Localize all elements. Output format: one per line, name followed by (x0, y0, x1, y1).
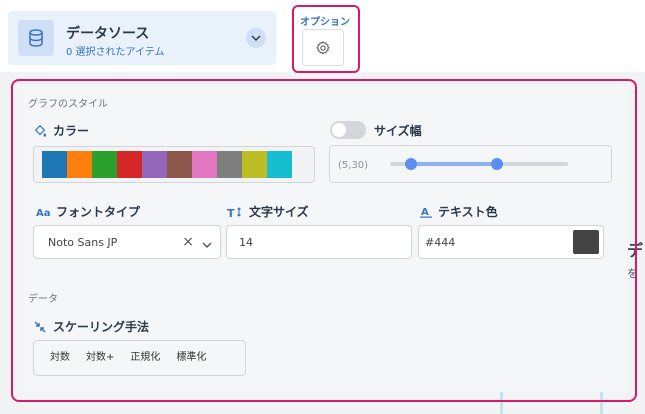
font-type-label: フォントタイプ (56, 205, 141, 219)
options-label: オプション (300, 17, 350, 28)
color-palette-picker[interactable] (33, 146, 315, 183)
size-width-slider-box: (5,30) (329, 145, 612, 183)
font-type-select[interactable]: Noto Sans JP × (33, 225, 221, 259)
scaling-label: スケーリング手法 (53, 320, 150, 334)
text-size-icon: T (227, 207, 241, 218)
compress-arrows-icon (34, 321, 46, 332)
options-button[interactable] (302, 29, 344, 66)
text-size-label: 文字サイズ (249, 205, 309, 219)
graph-style-section-label: グラフのスタイル (28, 99, 108, 110)
scaling-method-group: 対数 対数+ 正規化 標準化 (33, 340, 246, 376)
color-swatch (92, 151, 117, 178)
color-field-label: カラー (33, 122, 89, 139)
scaling-option-normalize[interactable]: 正規化 (122, 346, 168, 370)
svg-text:T: T (227, 207, 235, 218)
chevron-down-icon[interactable] (202, 238, 212, 251)
text-size-input[interactable]: 14 (226, 225, 412, 259)
text-color-field-label: A テキスト色 (420, 203, 498, 220)
color-swatch (217, 151, 242, 178)
datasource-selected-count: 0 選択されたアイテム (66, 47, 165, 58)
paint-bucket-icon (34, 124, 47, 137)
color-swatch (267, 151, 292, 178)
clear-icon[interactable]: × (182, 234, 194, 250)
datasource-title: データソース (66, 26, 150, 42)
color-swatch (242, 151, 267, 178)
text-color-input[interactable]: #444 (418, 225, 604, 259)
slider-max-handle[interactable] (490, 158, 503, 170)
text-color-icon: A (420, 207, 432, 218)
color-swatch (167, 151, 192, 178)
color-preview-swatch[interactable] (573, 230, 599, 254)
chevron-down-icon[interactable] (246, 28, 266, 48)
font-type-value: Noto Sans JP (48, 236, 118, 249)
color-label: カラー (53, 124, 90, 138)
svg-text:Aa: Aa (36, 208, 50, 218)
svg-text:A: A (421, 207, 429, 218)
font-aa-icon: Aa (36, 208, 50, 218)
gear-icon (316, 40, 330, 54)
color-swatches (42, 151, 292, 178)
datasource-card[interactable]: データソース 0 選択されたアイテム (8, 11, 276, 65)
color-swatch (142, 151, 167, 178)
text-size-field-label: T 文字サイズ (227, 203, 309, 220)
text-size-value: 14 (239, 236, 253, 249)
size-range-text: (5,30) (338, 160, 369, 171)
scaling-field-label: スケーリング手法 (33, 318, 149, 335)
data-section-label: データ (28, 294, 58, 305)
size-width-toggle[interactable] (330, 121, 366, 139)
scaling-option-log[interactable]: 対数 (42, 346, 78, 370)
slider-fill (411, 162, 497, 166)
font-type-field-label: Aa フォントタイプ (36, 203, 140, 220)
top-bar: データソース 0 選択されたアイテム オプション (0, 0, 645, 73)
color-swatch (67, 151, 92, 178)
color-swatch (117, 151, 142, 178)
text-color-value: #444 (425, 236, 456, 249)
color-swatch (192, 151, 217, 178)
scaling-option-standardize[interactable]: 標準化 (168, 346, 214, 370)
text-color-label: テキスト色 (438, 205, 498, 219)
color-swatch (42, 151, 67, 178)
toggle-knob (332, 123, 346, 137)
database-icon (18, 20, 54, 56)
size-width-label: サイズ幅 (374, 124, 422, 138)
slider-min-handle[interactable] (405, 158, 418, 170)
scaling-option-log-plus[interactable]: 対数+ (78, 346, 122, 370)
